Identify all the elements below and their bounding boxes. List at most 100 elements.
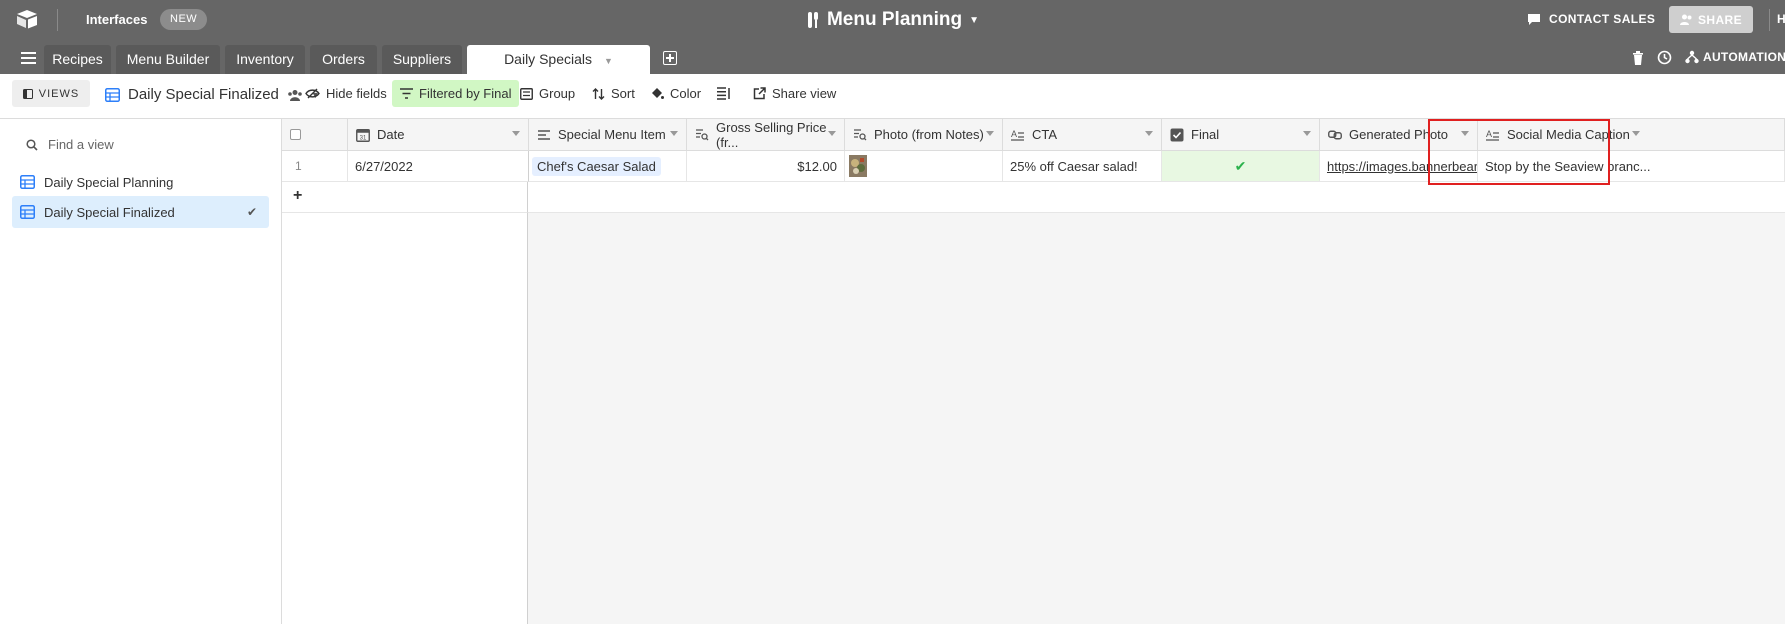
plus-icon[interactable]: + — [293, 187, 302, 205]
views-sidebar: Find a view Daily Special Planning Daily… — [0, 119, 282, 624]
row-height-icon — [717, 87, 730, 100]
hide-fields-button[interactable]: Hide fields — [297, 80, 395, 107]
cell-generated-photo[interactable]: https://images.bannerbear.... — [1320, 151, 1478, 182]
airtable-logo-icon[interactable] — [16, 9, 38, 29]
filter-button[interactable]: Filtered by Final — [392, 80, 520, 107]
column-label: Special Menu Item — [558, 127, 666, 142]
chevron-down-icon[interactable] — [1632, 131, 1640, 136]
share-button[interactable]: SHARE — [1669, 6, 1753, 33]
interfaces-link[interactable]: Interfaces — [86, 12, 147, 27]
find-view-search[interactable]: Find a view — [26, 137, 114, 152]
column-label: CTA — [1032, 127, 1058, 142]
chevron-down-icon[interactable] — [670, 131, 678, 136]
tab-daily-specials[interactable]: Daily Specials ▼ — [467, 45, 650, 74]
sort-button[interactable]: Sort — [584, 80, 643, 107]
automation-icon — [1685, 50, 1699, 64]
cell-social-media-caption[interactable]: Stop by the Seaview branc... — [1478, 151, 1785, 182]
tab-orders[interactable]: Orders — [310, 45, 377, 74]
attachment-thumbnail[interactable] — [849, 155, 867, 177]
chevron-down-icon[interactable] — [512, 131, 520, 136]
base-title: Menu Planning — [826, 9, 963, 30]
select-all-header — [282, 119, 348, 151]
color-button[interactable]: Color — [642, 80, 709, 107]
column-header-social-media-caption[interactable]: A Social Media Caption — [1478, 119, 1785, 151]
search-icon — [26, 138, 38, 151]
svg-text:A: A — [1486, 129, 1492, 139]
tab-suppliers[interactable]: Suppliers — [382, 45, 462, 74]
group-label: Group — [539, 86, 576, 101]
row-number[interactable]: 1 — [282, 151, 348, 182]
chevron-down-icon[interactable] — [1303, 131, 1311, 136]
automations-button[interactable]: AUTOMATION — [1685, 50, 1785, 64]
share-label: SHARE — [1697, 12, 1742, 27]
contact-sales-label: CONTACT SALES — [1549, 12, 1656, 26]
column-header-gross-selling-price[interactable]: Gross Selling Price (fr... — [687, 119, 845, 151]
sidebar-item-daily-special-planning[interactable]: Daily Special Planning — [12, 166, 269, 198]
menu-icon[interactable] — [21, 52, 36, 64]
sidebar-icon — [22, 88, 33, 99]
tab-recipes[interactable]: Recipes — [44, 45, 111, 74]
column-header-generated-photo[interactable]: Generated Photo — [1320, 119, 1478, 151]
share-view-label: Share view — [772, 86, 837, 101]
add-row[interactable] — [528, 182, 1785, 213]
generated-photo-link[interactable]: https://images.bannerbear.... — [1327, 159, 1477, 174]
cell-date[interactable]: 6/27/2022 — [348, 151, 529, 182]
column-header-date[interactable]: 31 Date — [348, 119, 529, 151]
users-icon — [1679, 14, 1692, 25]
calendar-icon: 31 — [356, 128, 370, 142]
contact-sales-button[interactable]: CONTACT SALES — [1527, 12, 1655, 26]
sidebar-item-daily-special-finalized[interactable]: Daily Special Finalized ✔ — [12, 196, 269, 228]
chevron-down-icon[interactable] — [1461, 131, 1469, 136]
trash-icon[interactable] — [1632, 51, 1644, 65]
chevron-down-icon: ▼ — [969, 14, 979, 26]
history-icon[interactable] — [1657, 50, 1672, 65]
chevron-down-icon[interactable] — [1145, 131, 1153, 136]
base-title-button[interactable]: Menu Planning ▼ — [806, 9, 979, 31]
checkmark-icon[interactable]: ✔ — [1235, 158, 1247, 175]
lookup-icon — [854, 128, 867, 140]
automations-label: AUTOMATION — [1703, 50, 1785, 64]
view-name: Daily Special Finalized — [128, 86, 279, 103]
filter-label: Filtered by Final — [419, 86, 512, 101]
cell-gross-selling-price[interactable]: $12.00 — [687, 151, 845, 182]
views-toggle-button[interactable]: VIEWS — [12, 80, 90, 107]
cell-cta[interactable]: 25% off Caesar salad! — [1003, 151, 1162, 182]
text-icon: A — [1486, 129, 1499, 141]
select-all-checkbox[interactable] — [290, 129, 301, 140]
chevron-down-icon[interactable] — [986, 131, 994, 136]
add-table-icon[interactable] — [663, 51, 677, 65]
column-header-photo-from-notes[interactable]: Photo (from Notes) — [845, 119, 1003, 151]
tab-label: Daily Specials — [504, 51, 592, 67]
help-button[interactable]: H — [1777, 12, 1785, 26]
chevron-down-icon[interactable] — [828, 131, 836, 136]
tab-menu-builder[interactable]: Menu Builder — [116, 45, 220, 74]
share-view-button[interactable]: Share view — [745, 80, 844, 107]
column-label: Gross Selling Price (fr... — [716, 119, 827, 150]
svg-text:A: A — [1011, 129, 1017, 139]
column-header-final[interactable]: Final — [1162, 119, 1320, 151]
group-icon — [520, 87, 533, 100]
column-label: Photo (from Notes) — [874, 127, 984, 142]
view-toolbar: VIEWS Daily Special Finalized ▼ Hide fie… — [0, 74, 1785, 119]
view-switcher[interactable]: Daily Special Finalized ▼ — [105, 86, 320, 103]
text-icon: A — [1011, 129, 1024, 141]
checkbox-icon — [1170, 128, 1184, 141]
cell-special-menu-item[interactable]: Chef's Caesar Salad — [529, 151, 687, 182]
cell-photo-from-notes[interactable] — [845, 151, 1003, 182]
group-button[interactable]: Group — [512, 80, 583, 107]
chevron-down-icon[interactable]: ▼ — [604, 56, 613, 66]
external-link-icon — [753, 87, 766, 100]
divider — [1769, 9, 1770, 31]
column-header-cta[interactable]: A CTA — [1003, 119, 1162, 151]
column-header-special-menu-item[interactable]: Special Menu Item — [529, 119, 687, 151]
add-row-frozen[interactable]: + — [282, 182, 528, 213]
divider — [57, 9, 58, 31]
color-label: Color — [670, 86, 702, 101]
paint-bucket-icon — [652, 88, 664, 99]
row-height-button[interactable] — [709, 80, 739, 107]
linked-record-chip[interactable]: Chef's Caesar Salad — [532, 156, 661, 176]
cell-final[interactable]: ✔ — [1162, 151, 1320, 182]
eye-off-icon — [305, 88, 320, 99]
sort-icon — [592, 87, 605, 100]
tab-inventory[interactable]: Inventory — [225, 45, 305, 74]
